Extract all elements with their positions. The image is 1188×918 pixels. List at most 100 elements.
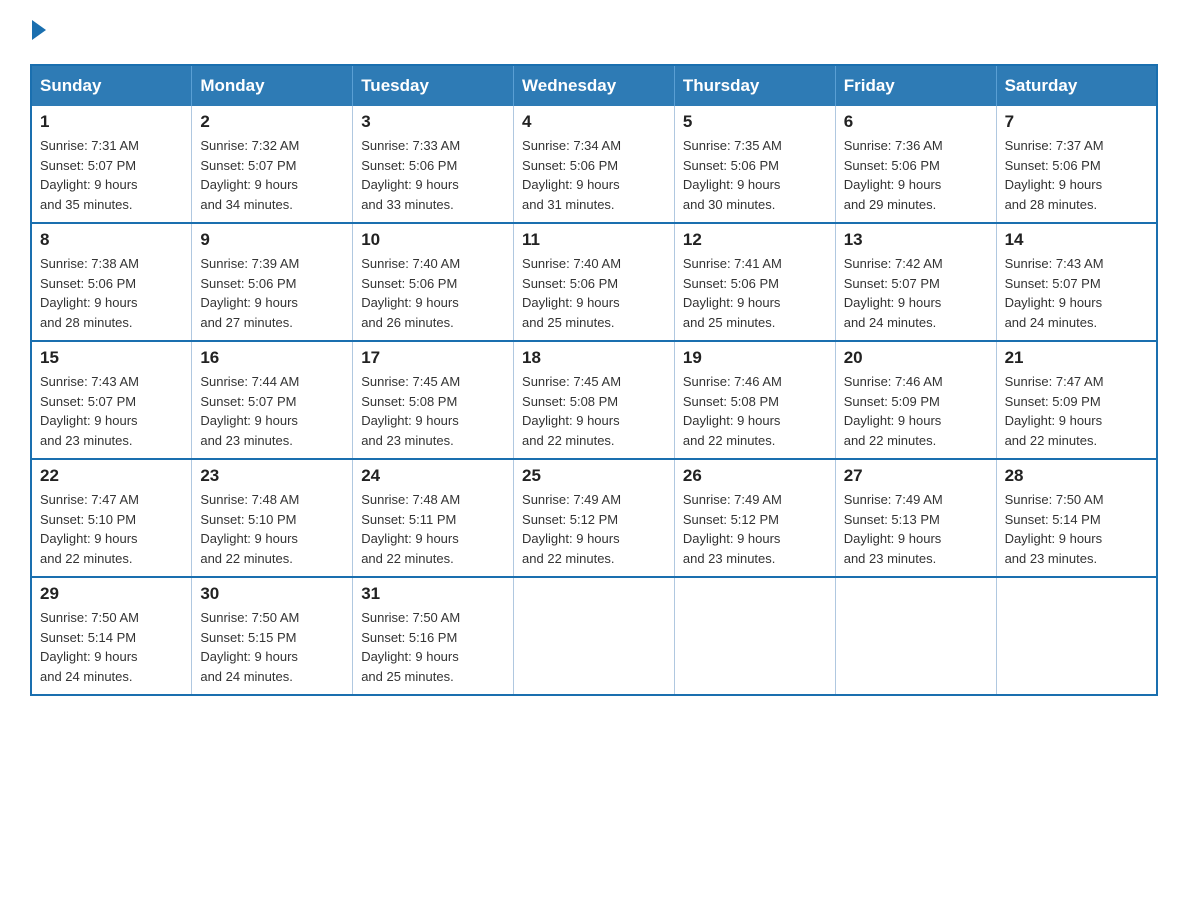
calendar-cell: 20 Sunrise: 7:46 AM Sunset: 5:09 PM Dayl… <box>835 341 996 459</box>
day-number: 6 <box>844 112 988 132</box>
day-number: 26 <box>683 466 827 486</box>
weekday-header-saturday: Saturday <box>996 65 1157 106</box>
day-info: Sunrise: 7:46 AM Sunset: 5:09 PM Dayligh… <box>844 372 988 450</box>
day-info: Sunrise: 7:43 AM Sunset: 5:07 PM Dayligh… <box>1005 254 1148 332</box>
day-info: Sunrise: 7:38 AM Sunset: 5:06 PM Dayligh… <box>40 254 183 332</box>
calendar-cell: 4 Sunrise: 7:34 AM Sunset: 5:06 PM Dayli… <box>514 106 675 223</box>
day-info: Sunrise: 7:31 AM Sunset: 5:07 PM Dayligh… <box>40 136 183 214</box>
calendar-cell: 29 Sunrise: 7:50 AM Sunset: 5:14 PM Dayl… <box>31 577 192 695</box>
day-number: 16 <box>200 348 344 368</box>
calendar-cell: 22 Sunrise: 7:47 AM Sunset: 5:10 PM Dayl… <box>31 459 192 577</box>
day-info: Sunrise: 7:40 AM Sunset: 5:06 PM Dayligh… <box>361 254 505 332</box>
day-info: Sunrise: 7:35 AM Sunset: 5:06 PM Dayligh… <box>683 136 827 214</box>
day-info: Sunrise: 7:34 AM Sunset: 5:06 PM Dayligh… <box>522 136 666 214</box>
day-info: Sunrise: 7:49 AM Sunset: 5:13 PM Dayligh… <box>844 490 988 568</box>
weekday-header-thursday: Thursday <box>674 65 835 106</box>
calendar-week-row: 8 Sunrise: 7:38 AM Sunset: 5:06 PM Dayli… <box>31 223 1157 341</box>
day-number: 5 <box>683 112 827 132</box>
day-number: 13 <box>844 230 988 250</box>
calendar-week-row: 1 Sunrise: 7:31 AM Sunset: 5:07 PM Dayli… <box>31 106 1157 223</box>
day-info: Sunrise: 7:45 AM Sunset: 5:08 PM Dayligh… <box>522 372 666 450</box>
calendar-cell: 31 Sunrise: 7:50 AM Sunset: 5:16 PM Dayl… <box>353 577 514 695</box>
day-info: Sunrise: 7:47 AM Sunset: 5:09 PM Dayligh… <box>1005 372 1148 450</box>
day-number: 25 <box>522 466 666 486</box>
calendar-cell: 9 Sunrise: 7:39 AM Sunset: 5:06 PM Dayli… <box>192 223 353 341</box>
calendar-cell: 1 Sunrise: 7:31 AM Sunset: 5:07 PM Dayli… <box>31 106 192 223</box>
day-info: Sunrise: 7:41 AM Sunset: 5:06 PM Dayligh… <box>683 254 827 332</box>
weekday-header-sunday: Sunday <box>31 65 192 106</box>
day-info: Sunrise: 7:39 AM Sunset: 5:06 PM Dayligh… <box>200 254 344 332</box>
calendar-cell: 10 Sunrise: 7:40 AM Sunset: 5:06 PM Dayl… <box>353 223 514 341</box>
weekday-header-wednesday: Wednesday <box>514 65 675 106</box>
day-number: 4 <box>522 112 666 132</box>
calendar-cell: 23 Sunrise: 7:48 AM Sunset: 5:10 PM Dayl… <box>192 459 353 577</box>
day-number: 7 <box>1005 112 1148 132</box>
day-info: Sunrise: 7:40 AM Sunset: 5:06 PM Dayligh… <box>522 254 666 332</box>
calendar-cell <box>996 577 1157 695</box>
day-info: Sunrise: 7:43 AM Sunset: 5:07 PM Dayligh… <box>40 372 183 450</box>
calendar-cell: 26 Sunrise: 7:49 AM Sunset: 5:12 PM Dayl… <box>674 459 835 577</box>
calendar-week-row: 29 Sunrise: 7:50 AM Sunset: 5:14 PM Dayl… <box>31 577 1157 695</box>
day-number: 19 <box>683 348 827 368</box>
logo <box>30 20 46 44</box>
day-number: 2 <box>200 112 344 132</box>
calendar-cell: 19 Sunrise: 7:46 AM Sunset: 5:08 PM Dayl… <box>674 341 835 459</box>
day-number: 10 <box>361 230 505 250</box>
calendar-cell: 24 Sunrise: 7:48 AM Sunset: 5:11 PM Dayl… <box>353 459 514 577</box>
calendar-cell <box>835 577 996 695</box>
day-info: Sunrise: 7:49 AM Sunset: 5:12 PM Dayligh… <box>683 490 827 568</box>
calendar-cell: 14 Sunrise: 7:43 AM Sunset: 5:07 PM Dayl… <box>996 223 1157 341</box>
weekday-header-friday: Friday <box>835 65 996 106</box>
day-number: 9 <box>200 230 344 250</box>
calendar-cell: 7 Sunrise: 7:37 AM Sunset: 5:06 PM Dayli… <box>996 106 1157 223</box>
day-number: 1 <box>40 112 183 132</box>
day-info: Sunrise: 7:44 AM Sunset: 5:07 PM Dayligh… <box>200 372 344 450</box>
day-number: 22 <box>40 466 183 486</box>
day-number: 27 <box>844 466 988 486</box>
day-number: 8 <box>40 230 183 250</box>
day-info: Sunrise: 7:33 AM Sunset: 5:06 PM Dayligh… <box>361 136 505 214</box>
day-info: Sunrise: 7:45 AM Sunset: 5:08 PM Dayligh… <box>361 372 505 450</box>
day-number: 15 <box>40 348 183 368</box>
day-number: 17 <box>361 348 505 368</box>
day-number: 21 <box>1005 348 1148 368</box>
day-number: 30 <box>200 584 344 604</box>
day-info: Sunrise: 7:50 AM Sunset: 5:14 PM Dayligh… <box>1005 490 1148 568</box>
day-info: Sunrise: 7:47 AM Sunset: 5:10 PM Dayligh… <box>40 490 183 568</box>
weekday-header-monday: Monday <box>192 65 353 106</box>
day-info: Sunrise: 7:50 AM Sunset: 5:16 PM Dayligh… <box>361 608 505 686</box>
calendar-cell: 12 Sunrise: 7:41 AM Sunset: 5:06 PM Dayl… <box>674 223 835 341</box>
day-info: Sunrise: 7:46 AM Sunset: 5:08 PM Dayligh… <box>683 372 827 450</box>
day-number: 23 <box>200 466 344 486</box>
calendar-cell: 17 Sunrise: 7:45 AM Sunset: 5:08 PM Dayl… <box>353 341 514 459</box>
calendar-cell: 13 Sunrise: 7:42 AM Sunset: 5:07 PM Dayl… <box>835 223 996 341</box>
calendar-cell: 6 Sunrise: 7:36 AM Sunset: 5:06 PM Dayli… <box>835 106 996 223</box>
calendar-cell: 8 Sunrise: 7:38 AM Sunset: 5:06 PM Dayli… <box>31 223 192 341</box>
day-number: 3 <box>361 112 505 132</box>
logo-triangle-icon <box>32 20 46 40</box>
calendar-cell <box>514 577 675 695</box>
calendar-cell <box>674 577 835 695</box>
day-info: Sunrise: 7:32 AM Sunset: 5:07 PM Dayligh… <box>200 136 344 214</box>
day-info: Sunrise: 7:48 AM Sunset: 5:11 PM Dayligh… <box>361 490 505 568</box>
calendar-cell: 2 Sunrise: 7:32 AM Sunset: 5:07 PM Dayli… <box>192 106 353 223</box>
weekday-header-tuesday: Tuesday <box>353 65 514 106</box>
day-number: 24 <box>361 466 505 486</box>
day-info: Sunrise: 7:49 AM Sunset: 5:12 PM Dayligh… <box>522 490 666 568</box>
day-info: Sunrise: 7:42 AM Sunset: 5:07 PM Dayligh… <box>844 254 988 332</box>
day-info: Sunrise: 7:50 AM Sunset: 5:15 PM Dayligh… <box>200 608 344 686</box>
day-number: 31 <box>361 584 505 604</box>
day-info: Sunrise: 7:37 AM Sunset: 5:06 PM Dayligh… <box>1005 136 1148 214</box>
page-header <box>30 20 1158 44</box>
weekday-header-row: SundayMondayTuesdayWednesdayThursdayFrid… <box>31 65 1157 106</box>
day-info: Sunrise: 7:48 AM Sunset: 5:10 PM Dayligh… <box>200 490 344 568</box>
day-number: 20 <box>844 348 988 368</box>
calendar-week-row: 15 Sunrise: 7:43 AM Sunset: 5:07 PM Dayl… <box>31 341 1157 459</box>
day-info: Sunrise: 7:36 AM Sunset: 5:06 PM Dayligh… <box>844 136 988 214</box>
calendar-cell: 3 Sunrise: 7:33 AM Sunset: 5:06 PM Dayli… <box>353 106 514 223</box>
day-number: 28 <box>1005 466 1148 486</box>
calendar-cell: 16 Sunrise: 7:44 AM Sunset: 5:07 PM Dayl… <box>192 341 353 459</box>
calendar-cell: 28 Sunrise: 7:50 AM Sunset: 5:14 PM Dayl… <box>996 459 1157 577</box>
day-number: 14 <box>1005 230 1148 250</box>
calendar-cell: 27 Sunrise: 7:49 AM Sunset: 5:13 PM Dayl… <box>835 459 996 577</box>
